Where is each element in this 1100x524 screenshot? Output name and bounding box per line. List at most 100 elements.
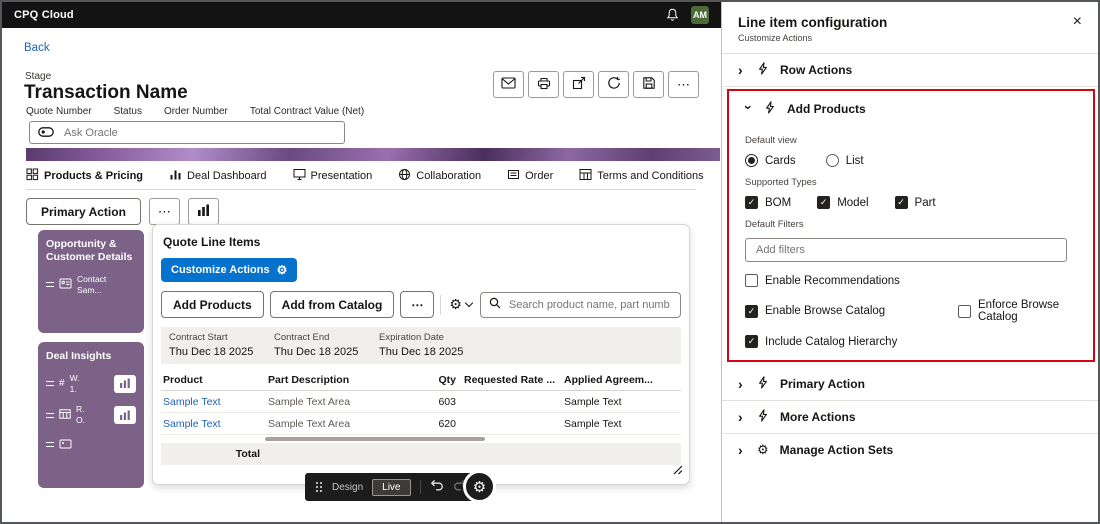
page-more-button[interactable]: ⋯	[148, 198, 180, 225]
primary-action-button[interactable]: Primary Action	[26, 198, 141, 225]
save-button[interactable]	[633, 71, 664, 98]
deal-insights-card[interactable]: Deal Insights # W. 1. R. O.	[38, 342, 144, 488]
ask-oracle-input[interactable]	[62, 125, 336, 140]
checkbox-unchecked-icon[interactable]	[958, 304, 971, 318]
qty-cell: 620	[438, 417, 456, 430]
tab-label: Order	[525, 170, 554, 182]
checkbox-label: Enable Recommendations	[765, 274, 900, 287]
export-button[interactable]	[563, 71, 594, 98]
contact-text: Contact Sam...	[77, 274, 106, 295]
config-panel-subtitle: Customize Actions	[738, 33, 813, 43]
tab-terms-conditions[interactable]: Terms and Conditions	[579, 168, 704, 184]
insight-chart-button[interactable]	[114, 374, 136, 393]
default-filters-input[interactable]	[754, 243, 1058, 257]
default-filters-field[interactable]	[745, 238, 1067, 262]
col-qty: Qty	[438, 373, 456, 386]
more-actions-button[interactable]: ⋯	[668, 71, 699, 98]
drag-dots-icon[interactable]	[315, 481, 323, 493]
design-mode-button[interactable]: Design	[332, 482, 363, 493]
section-primary-action[interactable]: › Primary Action	[722, 368, 1098, 400]
mini-bar-chart-icon	[119, 376, 131, 391]
bar-chart-icon	[197, 204, 210, 219]
tab-deal-dashboard[interactable]: Deal Dashboard	[169, 168, 267, 184]
config-panel-header: Line item configuration ×	[722, 2, 1098, 30]
checkbox-enable-browse-catalog[interactable]: Enable Browse Catalog	[745, 299, 958, 323]
insight-row[interactable]: # W. 1.	[46, 373, 136, 394]
checkbox-label: Include Catalog Hierarchy	[765, 335, 898, 348]
col-part-description: Part Description	[268, 373, 350, 386]
ask-oracle-field[interactable]	[29, 121, 345, 144]
live-mode-button[interactable]: Live	[372, 478, 411, 496]
table-row[interactable]: Sample Text Sample Text Area 603 Sample …	[161, 391, 681, 413]
customize-actions-button[interactable]: Customize Actions ⚙	[161, 258, 298, 282]
ellipsis-icon: ⋯	[677, 76, 690, 92]
checkbox-model[interactable]: Model	[817, 196, 869, 209]
section-more-actions[interactable]: › More Actions	[722, 401, 1098, 433]
checkbox-bom[interactable]: BOM	[745, 196, 791, 209]
product-search-field[interactable]	[479, 291, 681, 318]
product-search-input[interactable]	[506, 297, 672, 312]
tab-collaboration[interactable]: Collaboration	[398, 168, 481, 184]
email-button[interactable]	[493, 71, 524, 98]
print-button[interactable]	[528, 71, 559, 98]
panel-resize-handle[interactable]	[673, 462, 683, 480]
section-row-actions[interactable]: › Row Actions	[722, 54, 1098, 86]
checkbox-checked-icon[interactable]	[894, 196, 908, 209]
chevron-right-icon: ›	[738, 376, 743, 392]
checkbox-enable-recommendations[interactable]: Enable Recommendations	[745, 274, 1079, 287]
checkbox-checked-icon[interactable]	[745, 304, 758, 318]
checkbox-checked-icon[interactable]	[817, 196, 831, 209]
tab-label: Terms and Conditions	[597, 170, 704, 182]
checkbox-include-catalog-hierarchy[interactable]: Include Catalog Hierarchy	[745, 335, 1079, 348]
checkbox-checked-icon[interactable]	[745, 335, 758, 348]
opportunity-customer-card[interactable]: Opportunity & Customer Details Contact S…	[38, 230, 144, 333]
checkbox-unchecked-icon[interactable]	[745, 274, 758, 287]
chart-view-button[interactable]	[187, 198, 219, 225]
table-header-row: Product Part Description Qty Requested R…	[161, 369, 681, 391]
grid-icon	[26, 168, 39, 184]
insight-text: W. 1.	[70, 373, 80, 394]
checkbox-checked-icon[interactable]	[745, 196, 758, 209]
product-link[interactable]: Sample Text	[163, 396, 260, 408]
undo-button[interactable]	[430, 479, 444, 495]
radio-list[interactable]: List	[825, 154, 864, 167]
horizontal-scrollbar[interactable]	[265, 437, 485, 441]
add-products-button[interactable]: Add Products	[161, 291, 264, 318]
line-item-configuration-panel: Line item configuration × Customize Acti…	[721, 2, 1098, 522]
tab-presentation[interactable]: Presentation	[293, 168, 372, 184]
gear-icon: ⚙	[757, 442, 769, 457]
decorative-banner	[26, 148, 720, 161]
insight-row[interactable]: R. O.	[46, 404, 136, 425]
radio-unselected-icon[interactable]	[825, 154, 839, 167]
insight-row[interactable]	[46, 436, 136, 454]
drag-handle-icon[interactable]	[46, 442, 54, 448]
radio-selected-icon[interactable]	[745, 154, 758, 167]
checkbox-enforce-browse-catalog[interactable]: Enforce Browse Catalog	[958, 299, 1079, 323]
product-link[interactable]: Sample Text	[163, 418, 260, 430]
tab-order[interactable]: Order	[507, 168, 553, 184]
checkbox-label: Enable Browse Catalog	[765, 305, 886, 317]
section-manage-action-sets[interactable]: › ⚙ Manage Action Sets	[722, 434, 1098, 466]
drag-handle-icon[interactable]	[46, 282, 54, 288]
table-row[interactable]: Sample Text Sample Text Area 620 Sample …	[161, 413, 681, 435]
config-panel-title: Line item configuration	[738, 14, 888, 30]
refresh-button[interactable]	[598, 71, 629, 98]
design-settings-button[interactable]: ⚙	[463, 470, 496, 503]
insight-chart-button[interactable]	[114, 406, 136, 424]
add-from-catalog-button[interactable]: Add from Catalog	[269, 291, 395, 318]
close-icon[interactable]: ×	[1073, 14, 1082, 30]
radio-cards[interactable]: Cards	[745, 154, 796, 167]
add-products-form: Default view Cards List Supported Types	[729, 135, 1093, 348]
contact-widget-row[interactable]: Contact Sam...	[46, 274, 136, 295]
user-avatar[interactable]: AM	[691, 6, 709, 24]
page-action-row: Primary Action ⋯	[26, 198, 219, 225]
drag-handle-icon[interactable]	[46, 381, 54, 387]
checkbox-part[interactable]: Part	[894, 196, 936, 209]
tab-products-pricing[interactable]: Products & Pricing	[26, 168, 143, 184]
section-add-products[interactable]: › Add Products	[729, 93, 1093, 125]
notifications-bell-icon[interactable]	[666, 8, 679, 22]
line-items-more-button[interactable]: ⋯	[400, 291, 435, 318]
back-link[interactable]: Back	[24, 42, 50, 54]
settings-dropdown[interactable]: ⚙	[447, 296, 474, 313]
drag-handle-icon[interactable]	[46, 412, 54, 418]
